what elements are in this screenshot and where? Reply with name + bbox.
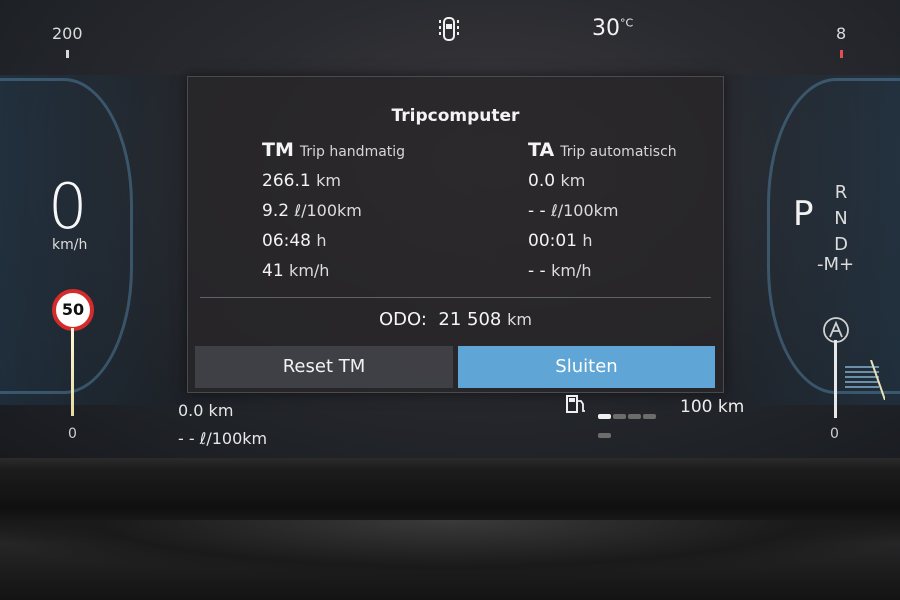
unit: ℓ/100km (199, 429, 268, 448)
rpm-scale-min: 0 (830, 426, 839, 442)
car-top-icon (439, 17, 459, 41)
rpm-scale-label: 8 (836, 24, 847, 43)
gear-selected: P (793, 194, 814, 234)
temperature-unit: °C (620, 16, 634, 30)
value: - - (528, 201, 546, 221)
instrument-cluster: 200 8 30°C 0 km/h 50 0 P R N D -M+ 0 Tri… (0, 0, 900, 460)
trip-summary: 0.0 km - - ℓ/100km (178, 397, 267, 453)
value: 100 (680, 397, 713, 417)
fuel-segment (598, 433, 611, 438)
rpm-needle (834, 340, 837, 418)
gear-option-r: R (834, 182, 848, 203)
fuel-level-gauge (598, 404, 672, 438)
gear-manual-mode: -M+ (817, 254, 855, 275)
unit: km/h (289, 261, 330, 280)
value: 266.1 (262, 171, 311, 191)
current-speed: 0 (48, 170, 88, 243)
speed-scale-tick (66, 50, 69, 58)
dialog-title: Tripcomputer (391, 106, 520, 126)
unit: km (316, 171, 341, 190)
unit: km/h (551, 261, 592, 280)
unit: ℓ/100km (294, 201, 362, 220)
trip-auto-label: Trip automatisch (560, 144, 677, 160)
trip-manual-avg-speed: 41 km/h (262, 261, 405, 281)
value: 06:48 (262, 231, 311, 251)
gear-option-n: N (834, 208, 848, 229)
gear-options: R N D (832, 180, 850, 258)
fuel-segment (613, 414, 626, 419)
value: 41 (262, 261, 284, 281)
trip-summary-distance: 0.0 km (178, 397, 267, 425)
dialog-divider (200, 297, 711, 298)
speed-needle (71, 328, 74, 416)
trip-summary-consumption: - - ℓ/100km (178, 425, 267, 453)
trip-manual-consumption: 9.2 ℓ/100km (262, 201, 405, 221)
trip-auto-time: 00:01 h (528, 231, 677, 251)
unit: ℓ/100km (551, 201, 619, 220)
fuel-segment (598, 414, 611, 419)
unit: km (560, 171, 586, 190)
trip-manual-time: 06:48 h (262, 231, 405, 251)
fuel-range: 100 km (680, 397, 744, 417)
trip-auto-consumption: - - ℓ/100km (528, 201, 677, 221)
value: 00:01 (528, 231, 577, 251)
reset-tm-button[interactable]: Reset TM (195, 346, 453, 388)
outside-temperature: 30°C (592, 16, 633, 41)
speed-unit: km/h (52, 237, 88, 253)
value: - - (528, 261, 546, 281)
value: 0.0 (528, 171, 556, 191)
rpm-redline-tick (840, 50, 843, 58)
fuel-pump-icon (566, 395, 585, 413)
odometer-unit: km (507, 310, 532, 329)
odometer-value: 21 508 (438, 309, 502, 330)
close-button[interactable]: Sluiten (458, 346, 715, 388)
trip-manual-header: TM Trip handmatig (262, 139, 405, 161)
trip-auto-avg-speed: - - km/h (528, 261, 677, 281)
trip-manual-abbr: TM (262, 139, 294, 161)
fuel-segment (643, 414, 656, 419)
value: 0.0 (178, 401, 204, 420)
dashboard-trim (0, 520, 900, 580)
odometer: ODO: 21 508 km (188, 309, 723, 330)
unit: h (316, 231, 327, 250)
value: 9.2 (262, 201, 290, 221)
speed-limit-sign: 50 (52, 289, 94, 331)
trip-manual-label: Trip handmatig (299, 144, 406, 160)
unit: h (582, 231, 593, 250)
trip-auto-column: TA Trip automatisch 0.0 km - - ℓ/100km 00… (528, 139, 677, 281)
temperature-value: 30 (592, 16, 620, 41)
tripcomputer-dialog: Tripcomputer TM Trip handmatig 266.1 km 9… (187, 76, 724, 393)
fuel-segment (628, 414, 641, 419)
speed-scale-min: 0 (68, 426, 77, 442)
odometer-label: ODO: (379, 309, 427, 330)
trip-auto-header: TA Trip automatisch (528, 139, 677, 161)
trip-manual-distance: 266.1 km (262, 171, 405, 191)
rpm-level-bars (845, 360, 885, 400)
speed-scale-label: 200 (52, 24, 83, 43)
trip-auto-abbr: TA (528, 139, 555, 161)
trip-auto-distance: 0.0 km (528, 171, 677, 191)
trip-manual-column: TM Trip handmatig 266.1 km 9.2 ℓ/100km 06… (262, 139, 405, 281)
unit: km (208, 401, 234, 420)
unit: km (717, 397, 745, 417)
value: - - (178, 429, 195, 448)
